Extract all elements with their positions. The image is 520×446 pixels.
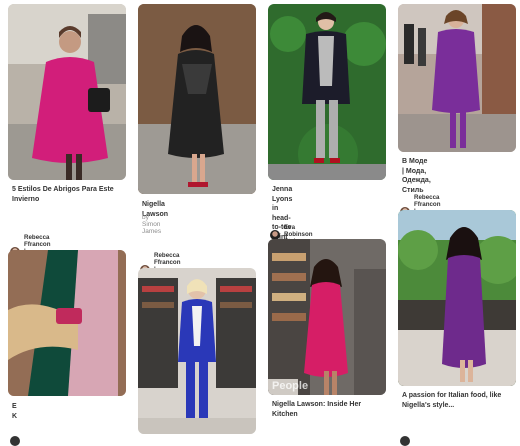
pin-image[interactable]: People [268, 239, 386, 395]
pin-image[interactable] [8, 4, 126, 180]
overlay-text: People [272, 380, 309, 392]
pin-caption: E K [12, 403, 18, 420]
pin-caption: В Моде | Мода, Одежда, Стиль [402, 158, 431, 194]
pin-subtitle: by Simon James [142, 214, 162, 235]
pin-caption: A passion for Italian food, like Nigella… [402, 392, 502, 409]
avatar [270, 229, 280, 240]
pin-image[interactable] [138, 268, 256, 434]
pin-image[interactable] [138, 4, 256, 194]
pin-image[interactable] [398, 210, 516, 386]
pin-caption: 5 Estilos De Abrigos Para Este Invierno [12, 186, 114, 203]
avatar[interactable] [400, 436, 410, 446]
pin-image[interactable] [8, 250, 126, 396]
avatar[interactable] [10, 436, 20, 446]
pin-image[interactable] [398, 4, 516, 152]
pin-image[interactable] [268, 4, 386, 180]
pin-caption: Nigella Lawson: Inside Her Kitchen [272, 401, 362, 418]
